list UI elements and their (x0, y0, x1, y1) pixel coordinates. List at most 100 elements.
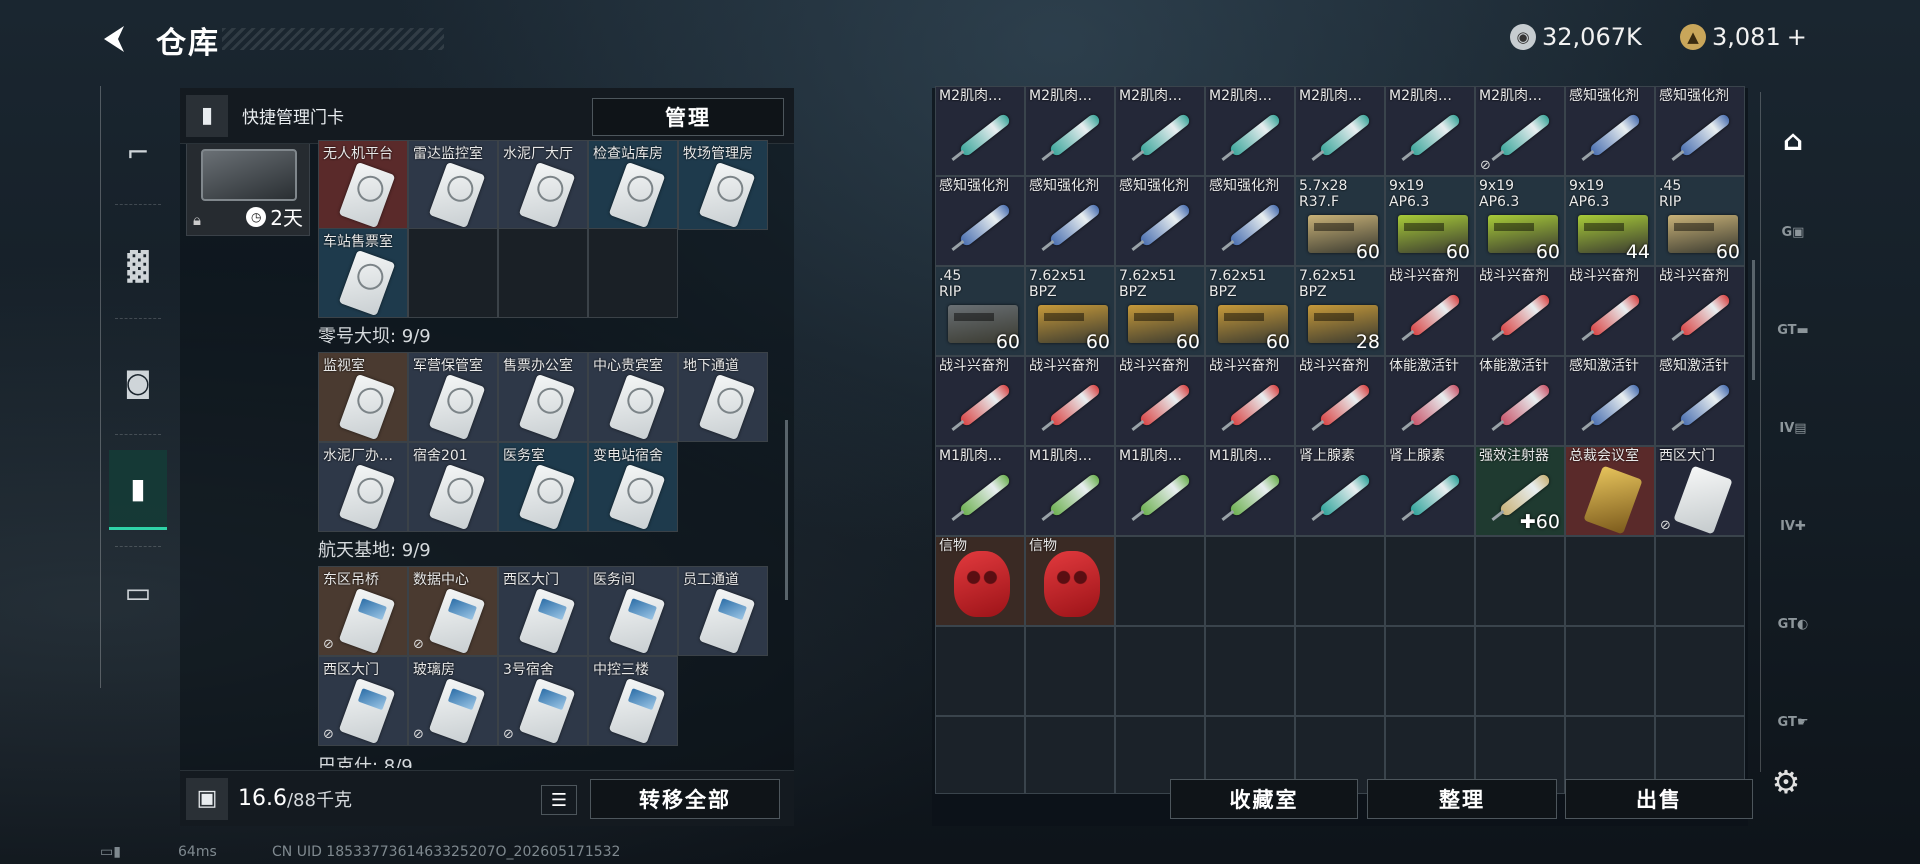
currency-b-add[interactable]: + (1787, 23, 1807, 51)
stash-empty-slot[interactable] (1565, 626, 1655, 716)
stash-item[interactable]: 战斗兴奋剂 (1205, 356, 1295, 446)
stash-empty-slot[interactable] (1295, 626, 1385, 716)
keycard-slot[interactable]: 西区大门 ⊘ (318, 656, 408, 746)
keycard-slot[interactable]: 玻璃房 ⊘ (408, 656, 498, 746)
currency-a[interactable]: ◉ 32,067K (1510, 22, 1642, 52)
stash-item[interactable]: M1肌肉… (1025, 446, 1115, 536)
keycard-slot[interactable]: 医务间 (588, 566, 678, 656)
keycard-slot[interactable]: 监视室 (318, 352, 408, 442)
sell-button[interactable]: 出售 (1565, 779, 1753, 819)
stash-empty-slot[interactable] (935, 716, 1025, 794)
stash-tab-2-icon[interactable]: GT▬ (1771, 308, 1815, 352)
stash-item[interactable]: M2肌肉… (1115, 86, 1205, 176)
stash-item[interactable]: 战斗兴奋剂 (1115, 356, 1205, 446)
back-button[interactable] (98, 22, 132, 56)
keycard-slot[interactable]: 售票办公室 (498, 352, 588, 442)
stash-empty-slot[interactable] (935, 626, 1025, 716)
keycard-slot[interactable]: 员工通道 (678, 566, 768, 656)
stash-empty-slot[interactable] (1655, 626, 1745, 716)
stash-item[interactable]: 感知强化剂 (1205, 176, 1295, 266)
stash-item[interactable]: 感知激活针 (1655, 356, 1745, 446)
keycard-slot[interactable]: 3号宿舍 ⊘ (498, 656, 588, 746)
keycard-slot[interactable]: 西区大门 (498, 566, 588, 656)
nav-toolbox-icon[interactable]: ▭ (109, 562, 167, 622)
nav-keycard-icon[interactable]: ▮ (109, 450, 167, 530)
stash-empty-slot[interactable] (1565, 536, 1655, 626)
sort-button[interactable]: 整理 (1367, 779, 1557, 819)
keycard-slot[interactable]: 水泥厂大厅 (498, 140, 588, 230)
stash-empty-slot[interactable] (1385, 536, 1475, 626)
nav-weapons-icon[interactable]: ⌐ (109, 122, 167, 182)
stash-all-icon[interactable]: ⌂ (1771, 118, 1815, 162)
stash-empty-slot[interactable] (1385, 626, 1475, 716)
stash-item[interactable]: 战斗兴奋剂 (1565, 266, 1655, 356)
settings-gear-icon[interactable]: ⚙ (1768, 763, 1804, 801)
keycard-slot[interactable]: 东区吊桥 ⊘ (318, 566, 408, 656)
stash-item[interactable]: 感知强化剂 (1565, 86, 1655, 176)
keycard-slot[interactable] (588, 228, 678, 318)
stash-item[interactable]: M2肌肉… (1025, 86, 1115, 176)
keycard-slot[interactable]: 数据中心 ⊘ (408, 566, 498, 656)
keycard-slot[interactable]: 水泥厂办… (318, 442, 408, 532)
stash-item[interactable]: 战斗兴奋剂 (1295, 356, 1385, 446)
stash-empty-slot[interactable] (1025, 716, 1115, 794)
stash-item[interactable]: 西区大门 ⊘ (1655, 446, 1745, 536)
stash-item[interactable]: 感知强化剂 (1025, 176, 1115, 266)
stash-tab-4-icon[interactable]: IV✚ (1771, 504, 1815, 548)
stash-item[interactable]: M1肌肉… (1205, 446, 1295, 536)
stash-item[interactable]: 7.62x51 BPZ 60 (1205, 266, 1295, 356)
stash-item[interactable]: 体能激活针 (1475, 356, 1565, 446)
stash-tab-3-icon[interactable]: IV▤ (1771, 406, 1815, 450)
keycard-slot[interactable]: 牧场管理房 (678, 140, 768, 230)
stash-empty-slot[interactable] (1475, 626, 1565, 716)
stash-empty-slot[interactable] (1655, 536, 1745, 626)
stash-item[interactable]: 7.62x51 BPZ 60 (1025, 266, 1115, 356)
stash-item[interactable]: 强效注射器 ✚60 (1475, 446, 1565, 536)
stash-item[interactable]: M1肌肉… (935, 446, 1025, 536)
keycard-slot[interactable]: 地下通道 (678, 352, 768, 442)
stash-tab-5-icon[interactable]: GT◐ (1771, 602, 1815, 646)
stash-item[interactable]: 战斗兴奋剂 (1655, 266, 1745, 356)
keycard-slot[interactable]: 中心贵宾室 (588, 352, 678, 442)
stash-empty-slot[interactable] (1205, 536, 1295, 626)
list-view-icon[interactable]: ☰ (541, 785, 577, 815)
stash-item[interactable]: 信物 (935, 536, 1025, 626)
transfer-all-button[interactable]: 转移全部 (590, 779, 780, 819)
keycard-slot[interactable]: 检查站库房 (588, 140, 678, 230)
stash-item[interactable]: M2肌肉… (1205, 86, 1295, 176)
keycard-slot[interactable]: 军营保管室 (408, 352, 498, 442)
stash-item[interactable]: 9x19 AP6.3 60 (1475, 176, 1565, 266)
stash-item[interactable]: M2肌肉… (935, 86, 1025, 176)
stash-empty-slot[interactable] (1205, 626, 1295, 716)
manage-button[interactable]: 管理 (592, 98, 784, 136)
stash-item[interactable]: 体能激活针 (1385, 356, 1475, 446)
stash-item[interactable]: M1肌肉… (1115, 446, 1205, 536)
stash-item[interactable]: 战斗兴奋剂 (1025, 356, 1115, 446)
stash-item[interactable]: 信物 (1025, 536, 1115, 626)
stash-item[interactable]: .45 RIP 60 (935, 266, 1025, 356)
stash-item[interactable]: 9x19 AP6.3 60 (1385, 176, 1475, 266)
nav-backpack-icon[interactable]: ◙ (109, 352, 167, 412)
stash-empty-slot[interactable] (1115, 536, 1205, 626)
stash-item[interactable]: 7.62x51 BPZ 60 (1115, 266, 1205, 356)
stash-item[interactable]: 感知强化剂 (935, 176, 1025, 266)
stash-empty-slot[interactable] (1475, 536, 1565, 626)
stash-empty-slot[interactable] (1115, 626, 1205, 716)
stash-item[interactable]: 战斗兴奋剂 (1475, 266, 1565, 356)
stash-item[interactable]: 肾上腺素 (1385, 446, 1475, 536)
keycard-slot[interactable] (408, 228, 498, 318)
stash-item[interactable]: 总裁会议室 (1565, 446, 1655, 536)
stash-item[interactable]: 感知激活针 (1565, 356, 1655, 446)
stash-item[interactable]: 9x19 AP6.3 44 (1565, 176, 1655, 266)
keycard-slot[interactable]: 医务室 (498, 442, 588, 532)
keycard-case[interactable]: 🔒︎ ◷ 2天 (186, 140, 310, 236)
currency-b[interactable]: ▲ 3,081 + (1680, 22, 1807, 52)
keycard-slot[interactable]: 变电站宿舍 (588, 442, 678, 532)
keycard-slot[interactable]: 无人机平台 (318, 140, 408, 230)
stash-item[interactable]: M2肌肉… (1295, 86, 1385, 176)
stash-item[interactable]: 肾上腺素 (1295, 446, 1385, 536)
right-scrollbar[interactable] (1752, 260, 1755, 380)
stash-item[interactable]: 7.62x51 BPZ 28 (1295, 266, 1385, 356)
keycard-slot[interactable]: 宿舍201 (408, 442, 498, 532)
stash-item[interactable]: 感知强化剂 (1655, 86, 1745, 176)
